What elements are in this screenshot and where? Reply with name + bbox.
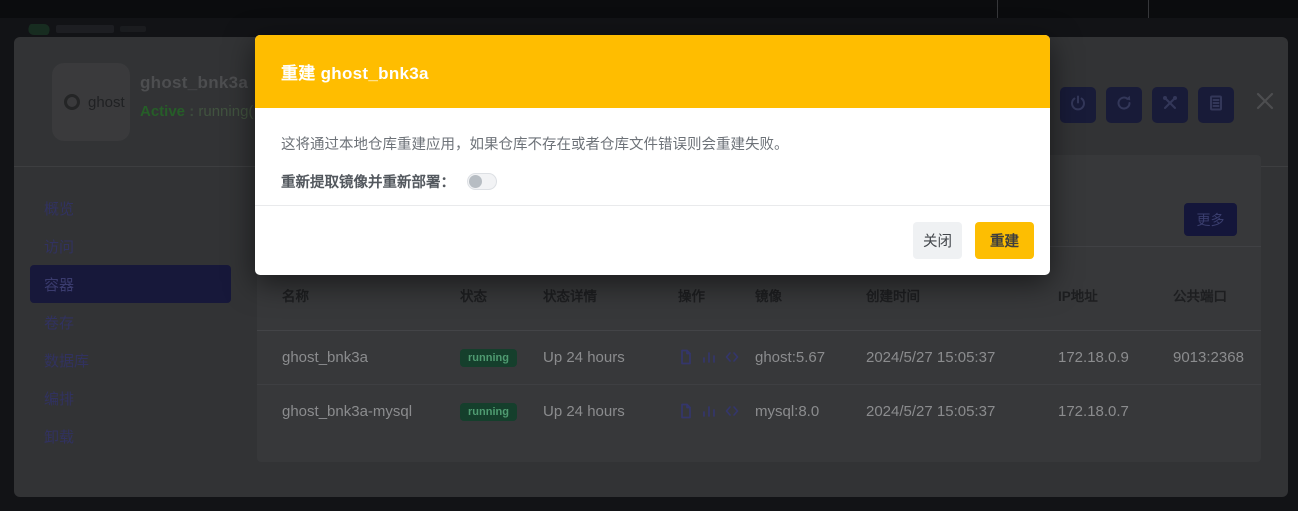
modal-close-button[interactable]: 关闭: [913, 222, 962, 259]
modal-description: 这将通过本地仓库重建应用，如果仓库不存在或者仓库文件错误则会重建失败。: [281, 133, 1024, 154]
pull-image-toggle[interactable]: [467, 173, 497, 190]
toggle-row: 重新提取镜像并重新部署：: [281, 171, 1024, 192]
modal-title: 重建 ghost_bnk3a: [281, 59, 429, 84]
modal-header: 重建 ghost_bnk3a: [255, 35, 1050, 108]
toggle-label: 重新提取镜像并重新部署：: [281, 171, 455, 192]
modal-footer: 关闭 重建: [255, 205, 1050, 275]
modal-body: 这将通过本地仓库重建应用，如果仓库不存在或者仓库文件错误则会重建失败。 重新提取…: [255, 108, 1050, 192]
modal-rebuild-button[interactable]: 重建: [975, 222, 1034, 259]
toggle-knob-icon: [469, 175, 482, 188]
rebuild-modal: 重建 ghost_bnk3a 这将通过本地仓库重建应用，如果仓库不存在或者仓库文…: [255, 35, 1050, 275]
